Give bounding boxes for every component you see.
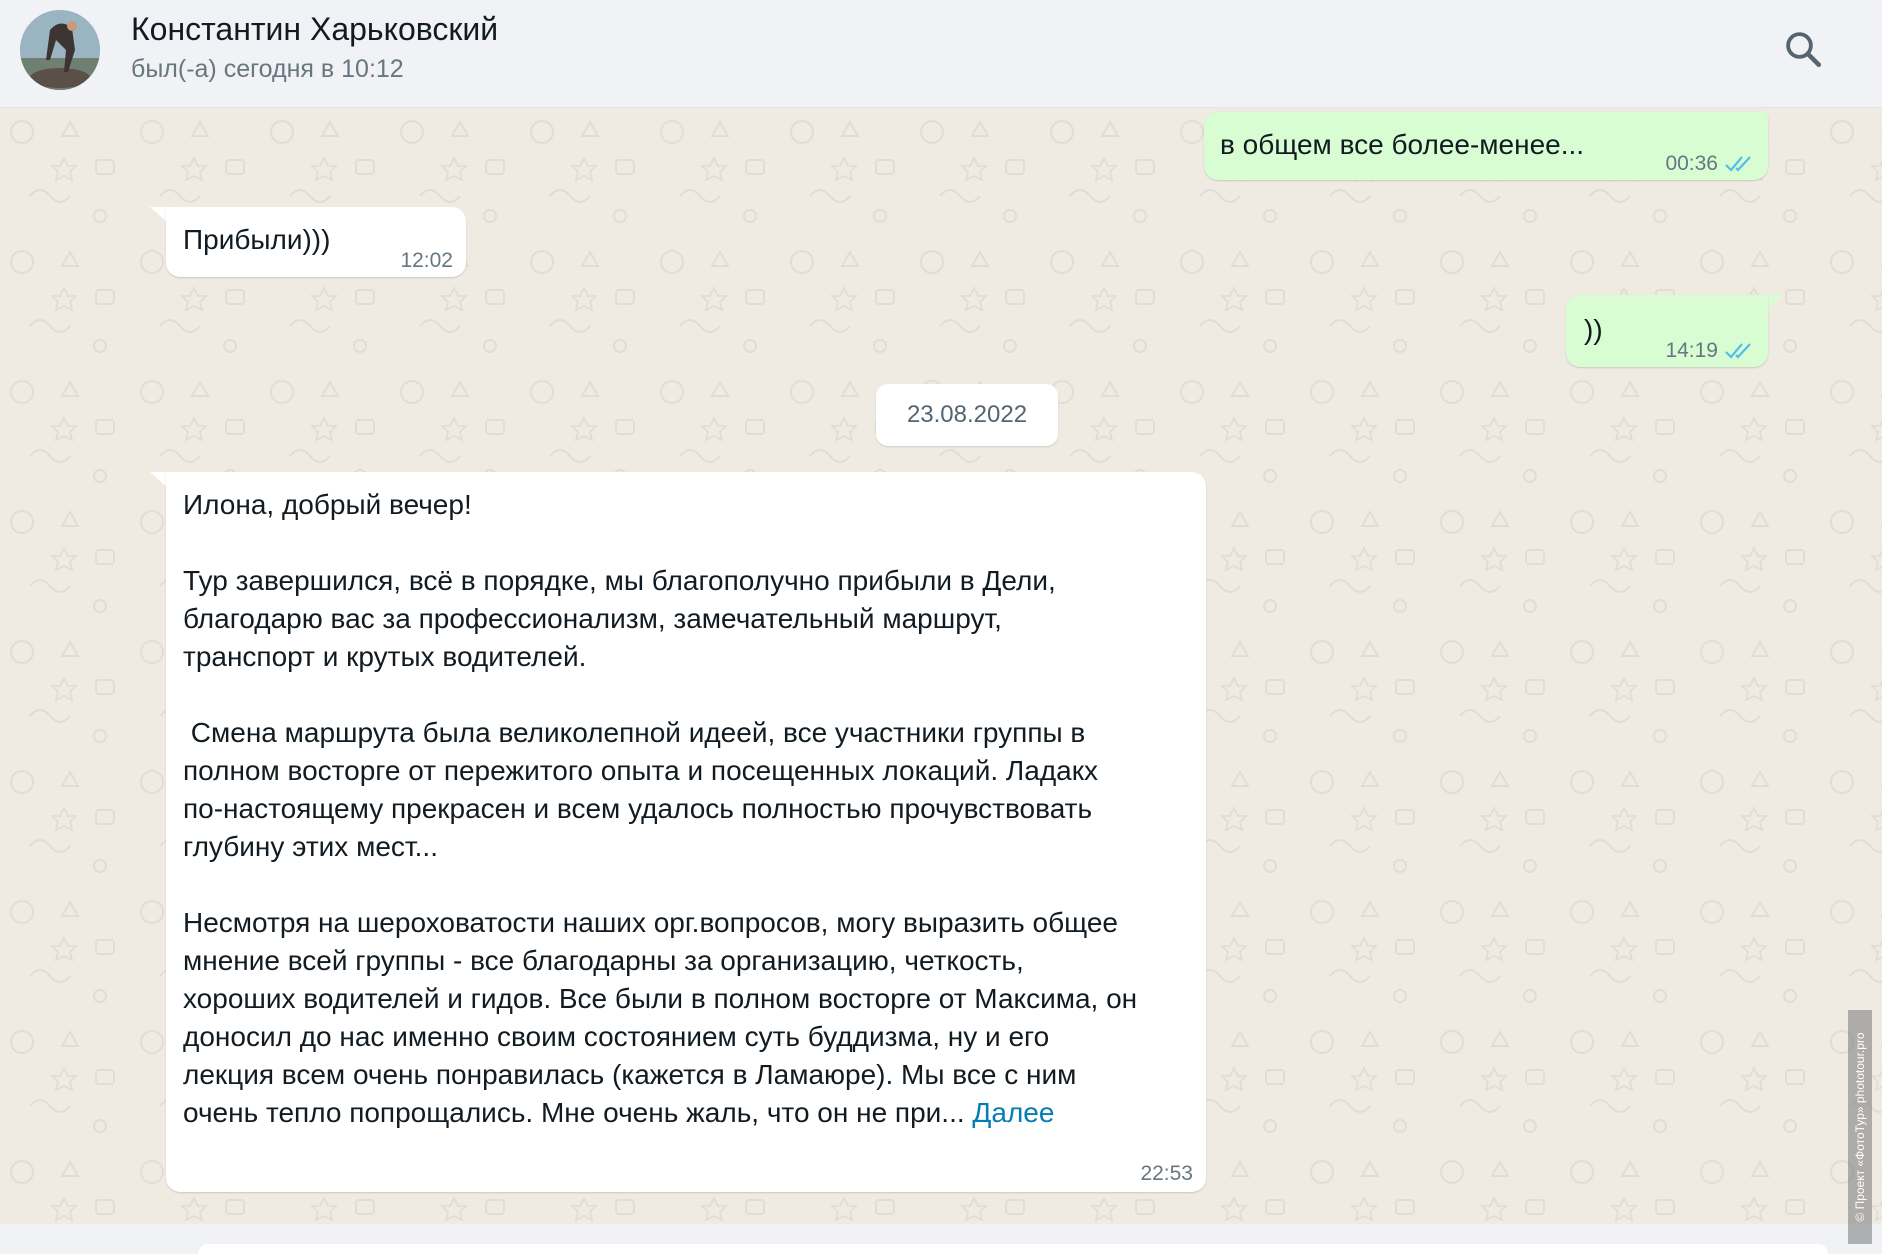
contact-name[interactable]: Константин Харьковский [131, 10, 498, 48]
search-button[interactable] [1776, 22, 1830, 76]
message-meta: 00:36 [1665, 152, 1754, 176]
message-text: Прибыли))) [183, 224, 331, 255]
message-body: Илона, добрый вечер! Тур завершился, всё… [183, 489, 1138, 1128]
message-meta: 14:19 [1665, 339, 1754, 363]
message-time: 14:19 [1665, 339, 1718, 362]
message-meta: 12:02 [400, 249, 453, 273]
message-input[interactable] [198, 1244, 1828, 1254]
date-separator: 23.08.2022 [876, 384, 1058, 446]
incoming-message[interactable]: Илона, добрый вечер! Тур завершился, всё… [166, 472, 1206, 1192]
double-check-read-icon [1725, 156, 1751, 172]
watermark-text: © Проект «ФотоТур» phototour.pro [1853, 1032, 1867, 1222]
message-text: )) [1584, 314, 1603, 345]
incoming-message[interactable]: Прибыли))) 12:02 [166, 207, 466, 277]
message-time: 00:36 [1665, 152, 1718, 175]
last-seen-status: был(-а) сегодня в 10:12 [131, 55, 404, 83]
message-text: Илона, добрый вечер! Тур завершился, всё… [183, 486, 1137, 1132]
outgoing-message[interactable]: )) 14:19 [1566, 295, 1768, 367]
contact-avatar[interactable] [20, 10, 100, 90]
message-list[interactable]: в общем все более-менее... 00:36 Прибыли… [0, 108, 1882, 1224]
outgoing-message[interactable]: в общем все более-менее... 00:36 [1204, 112, 1768, 180]
chat-header: Константин Харьковский был(-а) сегодня в… [0, 0, 1882, 108]
double-check-read-icon [1725, 343, 1751, 359]
search-icon [1786, 32, 1822, 68]
message-composer [0, 1224, 1882, 1254]
bubble-tail [1766, 295, 1784, 311]
watermark: © Проект «ФотоТур» phototour.pro [1848, 1010, 1872, 1244]
message-meta: 22:53 [1140, 1162, 1193, 1186]
message-time: 22:53 [1140, 1162, 1193, 1185]
message-time: 12:02 [400, 249, 453, 272]
read-more-link[interactable]: Далее [972, 1097, 1054, 1128]
message-text: в общем все более-менее... [1220, 129, 1585, 160]
avatar-photo [20, 10, 100, 90]
